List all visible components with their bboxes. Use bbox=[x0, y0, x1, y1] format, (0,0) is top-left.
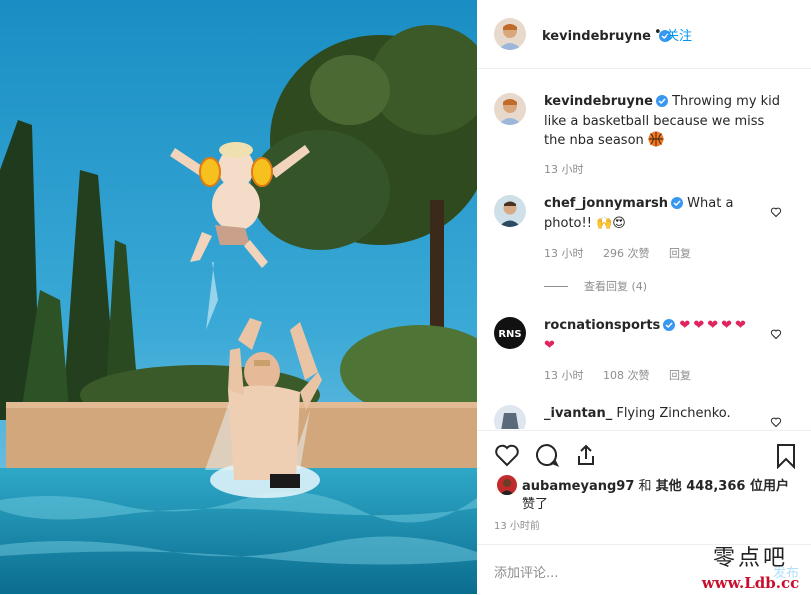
view-replies-link[interactable]: 查看回复 (4) bbox=[584, 280, 647, 293]
post-photo-illustration bbox=[0, 0, 477, 594]
like-comment-heart-icon[interactable] bbox=[770, 325, 782, 344]
likes-line2: 赞了 bbox=[522, 497, 549, 512]
caption-avatar-image bbox=[494, 93, 526, 125]
comment-time[interactable]: 13 小时 bbox=[544, 247, 584, 260]
author-username[interactable]: kevindebruyne bbox=[542, 29, 651, 44]
liker-avatar-image bbox=[497, 475, 517, 495]
comment-meta: 13 小时 296 次赞 回复 bbox=[544, 245, 707, 261]
watermark-line2: www.Ldb.cc bbox=[701, 574, 800, 592]
commenter-avatar[interactable] bbox=[494, 405, 526, 429]
site-watermark: 零点吧 www.Ldb.cc bbox=[690, 540, 811, 594]
commenter-avatar[interactable]: RNS bbox=[494, 317, 526, 349]
like-heart-icon[interactable] bbox=[494, 443, 520, 471]
rns-logo-text: RNS bbox=[498, 329, 521, 340]
comment-likes[interactable]: 108 次赞 bbox=[603, 369, 650, 382]
replies-divider bbox=[544, 286, 568, 287]
commenter-avatar-image bbox=[494, 195, 526, 227]
comment-text-block: rocnationsports ❤❤❤❤❤❤ bbox=[544, 317, 759, 355]
post-header: kevindebruyne • 关注 bbox=[477, 0, 811, 69]
basketball-icon bbox=[648, 131, 664, 153]
likes-line1: aubameyang97 和 其他 448,366 位用户 bbox=[522, 475, 789, 494]
comment-emoji: 🙌😍 bbox=[596, 216, 626, 231]
author-avatar[interactable] bbox=[494, 18, 526, 50]
author-avatar-image bbox=[494, 18, 526, 50]
comments-list[interactable]: kevindebruyne Throwing my kid like a bas… bbox=[477, 69, 811, 429]
post-timestamp[interactable]: 13 小时前 bbox=[494, 517, 540, 532]
action-bar bbox=[477, 430, 811, 470]
likes-suffix: 位用户 bbox=[749, 479, 789, 494]
like-comment-heart-icon[interactable] bbox=[770, 413, 782, 429]
rns-logo-avatar: RNS bbox=[494, 317, 526, 349]
comment-time[interactable]: 13 小时 bbox=[544, 369, 584, 382]
caption-meta: 13 小时 bbox=[544, 161, 600, 177]
caption-time[interactable]: 13 小时 bbox=[544, 163, 584, 176]
likes-others[interactable]: 其他 448,366 位用户 bbox=[656, 479, 789, 494]
commenter-avatar-image bbox=[494, 405, 526, 429]
verified-badge-icon bbox=[655, 95, 668, 113]
caption-text-block: kevindebruyne Throwing my kid like a bas… bbox=[544, 93, 784, 153]
post-side-panel: kevindebruyne • 关注 kevindebruyne Throwin… bbox=[477, 0, 811, 594]
comment-username[interactable]: _ivantan_ bbox=[544, 406, 612, 421]
comment-username[interactable]: chef_jonnymarsh bbox=[544, 196, 668, 211]
comment-likes[interactable]: 296 次赞 bbox=[603, 247, 650, 260]
comment-username[interactable]: rocnationsports bbox=[544, 318, 660, 333]
commenter-avatar[interactable] bbox=[494, 195, 526, 227]
liker-username[interactable]: aubameyang97 bbox=[522, 479, 634, 494]
like-comment-heart-icon[interactable] bbox=[770, 203, 782, 222]
verified-badge-icon bbox=[663, 319, 676, 337]
bookmark-icon[interactable] bbox=[775, 443, 797, 473]
comment-meta: 13 小时 108 次赞 回复 bbox=[544, 367, 707, 383]
comment-text-block: _ivantan_ Flying Zinchenko. bbox=[544, 405, 759, 423]
likes-connector: 和 bbox=[638, 479, 652, 494]
watermark-line1: 零点吧 bbox=[712, 546, 788, 571]
reply-button[interactable]: 回复 bbox=[669, 369, 691, 382]
comment-text-block: chef_jonnymarsh What a photo!! 🙌😍 bbox=[544, 195, 759, 233]
add-comment-input[interactable]: 添加评论... bbox=[494, 562, 558, 581]
caption-author-avatar[interactable] bbox=[494, 93, 526, 125]
separator-dot: • bbox=[654, 25, 662, 40]
follow-button[interactable]: 关注 bbox=[666, 25, 692, 44]
view-replies-row[interactable]: 查看回复 (4) bbox=[544, 278, 663, 294]
comment-bubble-icon[interactable] bbox=[534, 443, 560, 471]
share-icon[interactable] bbox=[574, 443, 598, 471]
likes-count: 448,366 bbox=[686, 479, 746, 494]
comment-text: Flying Zinchenko. bbox=[616, 406, 731, 421]
caption-username[interactable]: kevindebruyne bbox=[544, 94, 653, 109]
reply-button[interactable]: 回复 bbox=[669, 247, 691, 260]
author-name-row: kevindebruyne bbox=[542, 25, 672, 46]
post-photo[interactable] bbox=[0, 0, 477, 594]
liker-avatar[interactable] bbox=[497, 475, 517, 495]
verified-badge-icon bbox=[671, 197, 684, 215]
